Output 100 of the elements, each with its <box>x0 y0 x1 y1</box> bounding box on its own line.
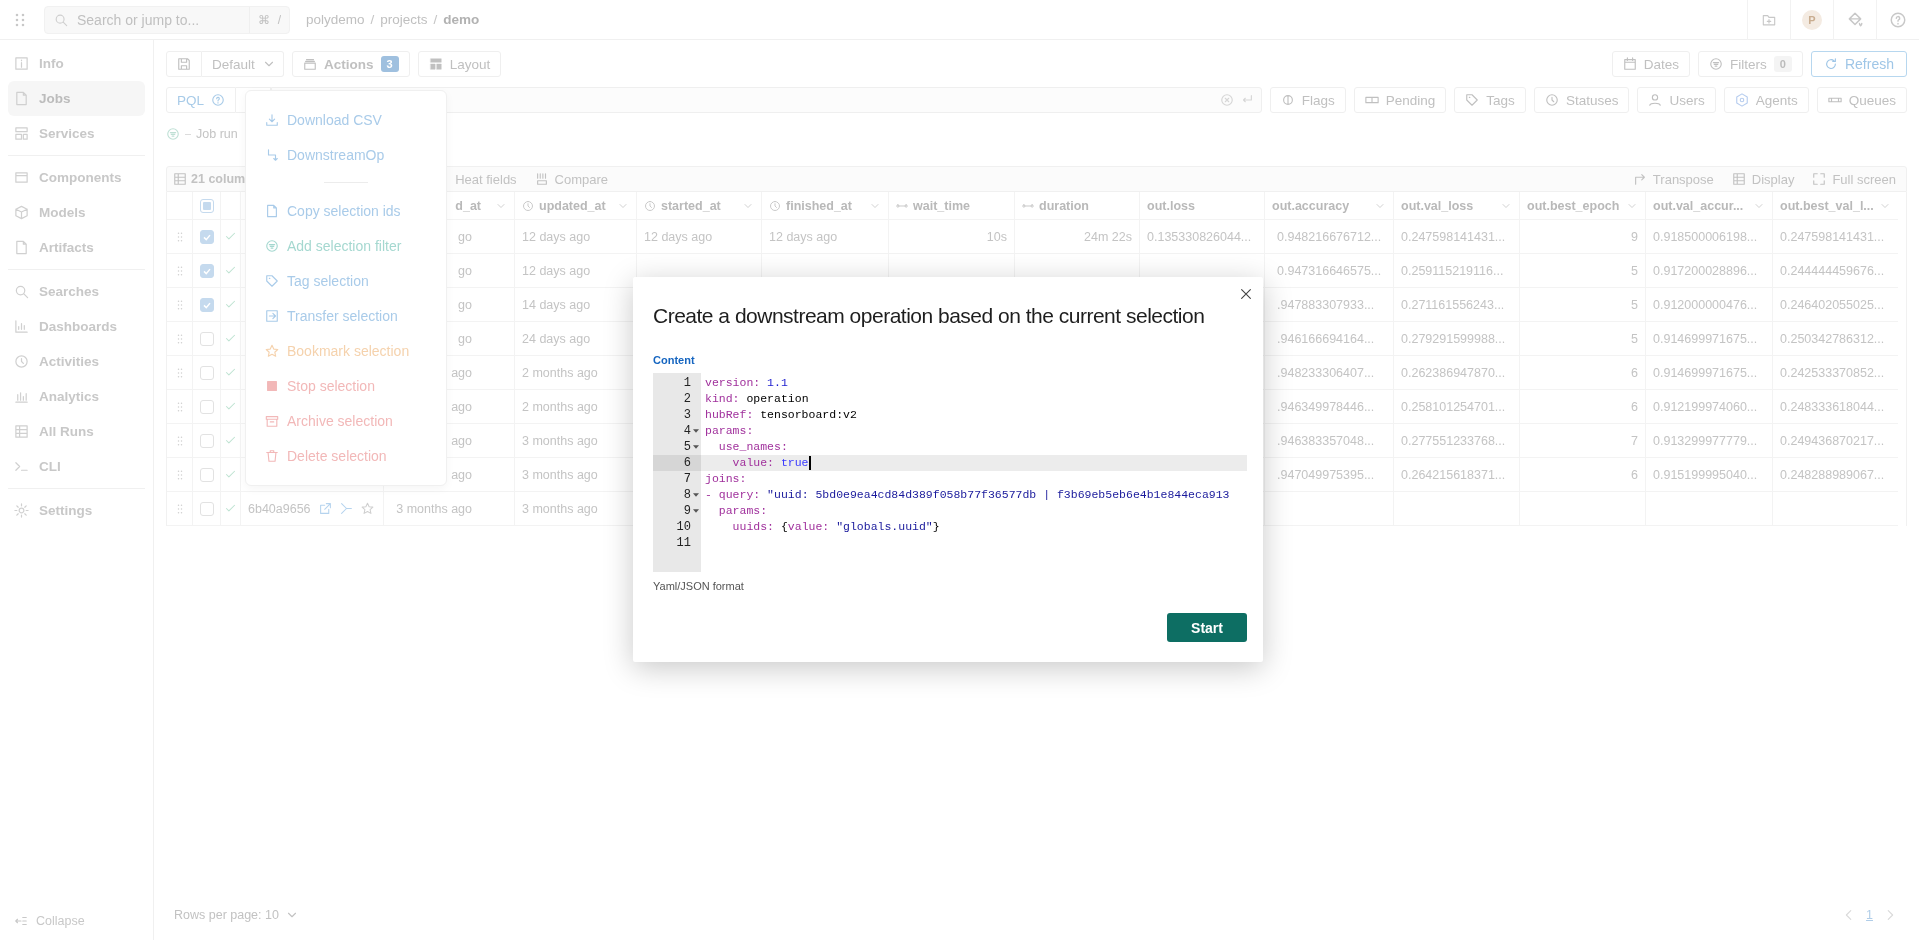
start-button[interactable]: Start <box>1167 613 1247 642</box>
columns-button[interactable]: 21 colum <box>173 172 246 186</box>
row-checkbox[interactable] <box>199 399 214 414</box>
table-cell: 0.244444459676... <box>1780 263 1885 278</box>
menu-item[interactable]: Add selection filter <box>246 228 446 263</box>
table-cell-text: go <box>457 297 472 312</box>
collapse-icon <box>14 914 28 928</box>
filter-chip[interactable]: Flags <box>1269 87 1346 113</box>
refresh-button[interactable]: Refresh <box>1810 51 1907 77</box>
branch-icon <box>265 147 279 162</box>
uuid-link[interactable]: 6b40a9656 <box>248 501 311 516</box>
column-header[interactable]: duration <box>1039 198 1089 213</box>
menu-item[interactable]: Archive selection <box>246 403 446 438</box>
row-checkbox[interactable] <box>199 297 214 312</box>
square-icon <box>265 378 279 393</box>
column-header[interactable]: out.best_epoch <box>1527 198 1620 213</box>
table-cell: 0.246402055025... <box>1780 297 1885 312</box>
save-icon <box>177 57 191 71</box>
row-checkbox[interactable] <box>199 467 214 482</box>
save-button[interactable] <box>166 51 202 77</box>
column-header[interactable]: wait_time <box>913 198 970 213</box>
breadcrumb-link[interactable]: polydemo <box>306 12 365 27</box>
caret-icon[interactable] <box>693 429 699 433</box>
row-checkbox[interactable] <box>199 331 214 346</box>
column-header[interactable]: out.best_val_l... <box>1780 198 1874 213</box>
row-checkbox[interactable] <box>199 263 214 278</box>
menu-item[interactable]: Copy selection ids <box>246 193 446 228</box>
caret-icon[interactable] <box>693 445 699 449</box>
table-tool-button[interactable]: Compare <box>534 171 609 187</box>
menu-item[interactable]: Transfer selection <box>246 298 446 333</box>
table-tool-button[interactable]: Full screen <box>1812 171 1896 187</box>
document-icon <box>265 203 279 218</box>
table-cell-text: ago <box>450 433 472 448</box>
external-link-icon <box>318 502 332 515</box>
info-icon <box>14 56 29 71</box>
table-cell-text: ago <box>450 365 472 380</box>
table-cell: 14 days ago <box>522 297 591 312</box>
table-cell: .947883307933... <box>1277 297 1375 312</box>
column-header[interactable]: started_at <box>661 198 721 213</box>
filter-chip[interactable]: Agents <box>1723 87 1809 113</box>
table-cell: 6 <box>1631 467 1638 482</box>
tag-icon <box>1465 93 1480 107</box>
table-cell: 5 <box>1631 263 1638 278</box>
line-number: 2 <box>683 392 691 406</box>
menu-item[interactable]: Tag selection <box>246 263 446 298</box>
line-number: 6 <box>683 456 691 470</box>
filter-chip[interactable]: Statuses <box>1533 87 1630 113</box>
table-tool-button[interactable]: Display <box>1731 171 1795 187</box>
column-header[interactable]: out.loss <box>1147 198 1195 213</box>
menu-item[interactable]: Bookmark selection <box>246 333 446 368</box>
table-cell: 0.279291599988... <box>1401 331 1506 346</box>
table-cell: 0.248288989067... <box>1780 467 1885 482</box>
filter-chip[interactable]: Tags <box>1454 87 1526 113</box>
select-all-checkbox[interactable] <box>199 198 214 213</box>
column-header[interactable]: finished_at <box>786 198 852 213</box>
dates-button[interactable]: Dates <box>1611 51 1691 77</box>
row-checkbox[interactable] <box>199 229 214 244</box>
table-tool-button[interactable]: Transpose <box>1632 171 1714 187</box>
filter-chip[interactable]: Users <box>1637 87 1716 113</box>
table-cell-text: ago <box>450 467 472 482</box>
table-cell: 0.912000000476... <box>1653 297 1758 312</box>
table-icon <box>173 172 187 186</box>
column-header[interactable]: out.accuracy <box>1272 198 1350 213</box>
filter-chip[interactable]: Pending <box>1353 87 1447 113</box>
filter-chip[interactable]: Queues <box>1816 87 1907 113</box>
table-cell: 0.135330826044... <box>1147 229 1252 244</box>
menu-item[interactable]: DownstreamOp <box>246 137 446 172</box>
menu-item[interactable]: Stop selection <box>246 368 446 403</box>
caret-icon[interactable] <box>693 509 699 513</box>
rows-per-page-dropdown[interactable]: Rows per page: 10 <box>166 908 307 922</box>
column-header[interactable]: out.val_loss <box>1401 198 1474 213</box>
row-checkbox[interactable] <box>199 365 214 380</box>
compare-icon <box>534 172 549 186</box>
caret-icon[interactable] <box>693 493 699 497</box>
query-language-button[interactable]: PQL <box>166 87 236 113</box>
page-link[interactable]: 1 <box>1866 908 1873 922</box>
table-cell: 0.271161556243... <box>1401 297 1505 312</box>
clock-icon <box>1544 93 1559 107</box>
layout-button[interactable]: Layout <box>417 51 502 77</box>
code-line: joins: <box>704 471 748 487</box>
download-icon <box>265 112 279 127</box>
star-icon <box>360 502 374 515</box>
column-header[interactable]: out.val_accur... <box>1653 198 1744 213</box>
menu-item[interactable]: Download CSV <box>246 102 446 137</box>
breadcrumb-link[interactable]: projects <box>380 12 428 27</box>
row-checkbox[interactable] <box>199 433 214 448</box>
avatar[interactable]: P <box>1802 9 1822 30</box>
filters-button[interactable]: Filters 0 <box>1698 51 1803 77</box>
column-header[interactable]: updated_at <box>539 198 606 213</box>
actions-button[interactable]: Actions 3 <box>292 51 410 77</box>
menu-item[interactable]: Delete selection <box>246 438 446 473</box>
table-cell: 3 months ago <box>522 467 598 482</box>
code-line: version: 1.1 <box>704 375 789 391</box>
view-dropdown[interactable]: Default <box>202 51 284 77</box>
count-badge: 0 <box>1773 56 1792 72</box>
table-cell: 0.264215618371... <box>1401 467 1506 482</box>
count-badge: 3 <box>380 56 399 72</box>
transfer-icon <box>265 308 279 323</box>
row-checkbox[interactable] <box>199 501 214 516</box>
sidebar-item[interactable]: Jobs <box>8 81 145 116</box>
